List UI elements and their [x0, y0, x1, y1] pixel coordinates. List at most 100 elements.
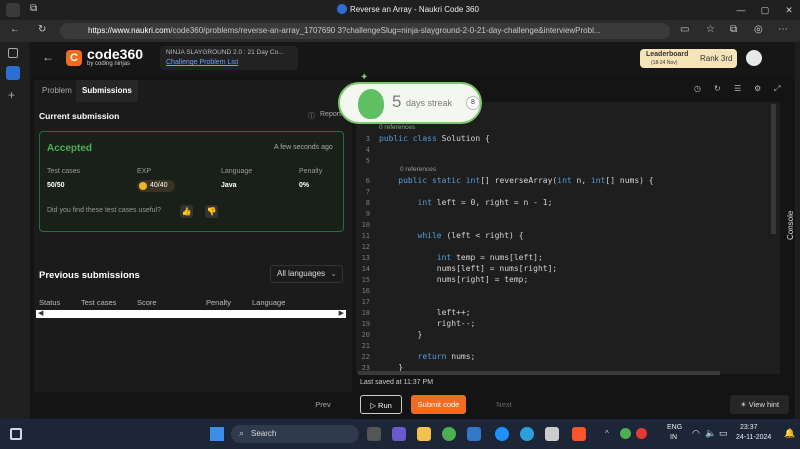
code-line: nums[right] = temp;	[379, 275, 529, 284]
penalty-value: 0%	[299, 182, 310, 189]
favorites-icon[interactable]: ☆	[706, 24, 715, 35]
line-number: 17	[361, 298, 370, 306]
tray-chevron-icon[interactable]: ^	[605, 429, 609, 438]
editor-h-scrollbar[interactable]	[358, 371, 720, 375]
language-value: Java	[221, 182, 237, 189]
code-line: int temp = nums[left];	[436, 253, 543, 262]
line-number: 18	[361, 309, 370, 317]
reset-icon[interactable]: ↻	[714, 84, 721, 93]
meet-icon[interactable]	[392, 427, 406, 441]
last-saved: Last saved at 11:37 PM	[360, 379, 434, 386]
wifi-icon[interactable]: ◠	[692, 428, 700, 439]
taskbar-search[interactable]: ⌕ Search	[231, 425, 359, 443]
next-button[interactable]: Next	[487, 395, 521, 414]
maximize-icon[interactable]: ▢	[758, 3, 772, 17]
avatar[interactable]	[746, 50, 762, 66]
profile-menu-icon[interactable]: ◎	[754, 24, 763, 35]
challenge-list-link[interactable]: Challenge Problem List	[166, 59, 238, 66]
line-number: 9	[365, 210, 370, 218]
back-arrow-icon[interactable]: ←	[42, 50, 54, 64]
clock-time[interactable]: 23:37	[740, 424, 758, 431]
telegram-icon[interactable]	[520, 427, 534, 441]
report-link[interactable]: Report	[320, 111, 341, 118]
windows-taskbar: ⌕ Search ^ ENG IN ◠ 🔈 ▭ 23:37 24-11-2024…	[0, 419, 800, 449]
streak-badge: 8	[466, 96, 480, 110]
code-line: public class Solution {	[379, 134, 490, 143]
active-tab-icon[interactable]	[6, 66, 20, 80]
tray-app2-icon[interactable]	[636, 428, 647, 439]
current-submission-title: Current submission	[39, 111, 120, 121]
url-field[interactable]: https://www.naukri.com/code360/problems/…	[60, 23, 670, 39]
tray-app-icon[interactable]	[620, 428, 631, 439]
col-penalty: Penalty	[206, 298, 232, 307]
code-line: right--;	[379, 319, 476, 328]
code-references[interactable]: 0 references	[379, 124, 415, 131]
line-number: 4	[365, 146, 370, 154]
widgets-icon[interactable]	[367, 427, 381, 441]
tab-problem[interactable]: Problem	[36, 80, 78, 102]
line-number: 3	[365, 135, 370, 143]
timer-icon[interactable]: ◷	[694, 84, 701, 93]
language-filter-select[interactable]: All languages ⌄	[270, 265, 343, 283]
store-icon[interactable]	[545, 427, 559, 441]
workspaces-icon[interactable]: ⧉	[30, 3, 37, 14]
tab-submissions[interactable]: Submissions	[76, 80, 138, 102]
status-badge: Accepted	[47, 143, 93, 154]
file-explorer-icon[interactable]	[417, 427, 431, 441]
edge-icon[interactable]	[495, 427, 509, 441]
start-icon[interactable]	[210, 427, 224, 441]
back-icon[interactable]: ←	[10, 24, 20, 35]
reader-icon[interactable]: ▭	[680, 24, 689, 35]
line-number: 10	[361, 221, 370, 229]
code-line: while (left < right) {	[417, 231, 524, 240]
bulb-icon: ☀	[739, 400, 749, 409]
lang-region: IN	[670, 434, 677, 441]
brave-icon[interactable]	[572, 427, 586, 441]
settings-icon[interactable]: ⚙	[754, 84, 761, 93]
exp-badge: 40/40	[137, 180, 175, 192]
vscode-icon[interactable]	[467, 427, 481, 441]
scroll-left-icon[interactable]: ◀	[38, 309, 43, 317]
line-number: 7	[365, 188, 370, 196]
challenge-box: NINJA SLAYGROUND 2.0 : 21 Day Co... Chal…	[160, 46, 298, 70]
line-number: 5	[365, 157, 370, 165]
run-button[interactable]: ▷ Run	[360, 395, 402, 414]
new-tab-icon[interactable]: +	[8, 88, 15, 102]
volume-icon[interactable]: 🔈	[705, 428, 716, 439]
report-icon[interactable]: ⓘ	[308, 111, 315, 121]
leaderboard-button[interactable]: Leaderboard (18-24 Nov) Rank 3rd	[640, 49, 737, 68]
logo-title[interactable]: code360	[87, 46, 143, 62]
search-icon: ⌕	[239, 428, 245, 438]
tab-actions-icon[interactable]	[8, 48, 18, 58]
language-label: Language	[221, 168, 253, 175]
menu-icon[interactable]: ☰	[734, 84, 741, 93]
code360-logo-icon: C	[66, 50, 82, 66]
refresh-icon[interactable]: ↻	[38, 24, 46, 35]
chrome-icon[interactable]	[442, 427, 456, 441]
thumbs-up-icon[interactable]: 👍	[180, 205, 193, 218]
fullscreen-icon[interactable]: ⤢	[774, 84, 780, 94]
lang-code[interactable]: ENG	[667, 424, 682, 431]
task-view-icon[interactable]	[10, 428, 22, 440]
scroll-right-icon[interactable]: ▶	[339, 309, 344, 317]
tab-title[interactable]: Reverse an Array - Naukri Code 360	[350, 5, 479, 14]
code-references[interactable]: 0 references	[400, 166, 436, 173]
minimize-icon[interactable]: —	[734, 3, 748, 17]
collections-icon[interactable]: ⧉	[730, 24, 737, 35]
editor-scrollbar[interactable]	[771, 104, 776, 234]
streak-label: days streak	[406, 98, 453, 108]
more-icon[interactable]: ⋯	[778, 24, 788, 35]
horizontal-scrollbar[interactable]: ◀ ▶	[36, 310, 346, 318]
thumbs-down-icon[interactable]: 👎	[205, 205, 218, 218]
line-number: 8	[365, 199, 370, 207]
battery-icon[interactable]: ▭	[719, 428, 728, 439]
view-hint-button[interactable]: ☀ View hint	[730, 395, 789, 414]
console-toggle[interactable]: Console	[786, 211, 795, 240]
profile-icon[interactable]	[6, 3, 20, 17]
submit-button[interactable]: Submit code	[411, 395, 466, 414]
close-icon[interactable]: ✕	[782, 3, 796, 17]
notification-icon[interactable]: 🔔	[784, 428, 795, 439]
prev-button[interactable]: Prev	[306, 395, 340, 414]
streak-number: 5	[392, 92, 402, 111]
code-line: }	[379, 330, 423, 339]
